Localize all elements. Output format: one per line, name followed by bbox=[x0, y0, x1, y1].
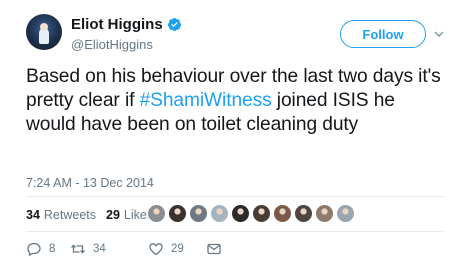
tweet-stats: 34 Retweets 29 Likes bbox=[26, 204, 163, 226]
name-row: Eliot Higgins bbox=[71, 16, 182, 33]
follow-button[interactable]: Follow bbox=[340, 20, 426, 48]
liker-avatar[interactable] bbox=[231, 204, 250, 223]
tweet-actions: 8 34 29 bbox=[26, 240, 222, 258]
liker-avatar[interactable] bbox=[252, 204, 271, 223]
tweet-text: Based on his behaviour over the last two… bbox=[26, 65, 446, 137]
heart-icon bbox=[149, 243, 163, 256]
divider-top bbox=[26, 196, 444, 197]
user-name[interactable]: Eliot Higgins bbox=[71, 16, 163, 33]
retweet-count: 34 bbox=[93, 243, 106, 255]
retweet-action[interactable]: 34 bbox=[70, 241, 148, 257]
liker-avatars bbox=[147, 204, 357, 223]
hashtag-link[interactable]: #ShamiWitness bbox=[140, 90, 272, 111]
liker-avatar[interactable] bbox=[294, 204, 313, 223]
reply-action[interactable]: 8 bbox=[26, 241, 70, 257]
user-handle[interactable]: @EliotHiggins bbox=[71, 37, 153, 52]
chevron-down-icon[interactable] bbox=[433, 28, 445, 40]
verified-badge-icon bbox=[167, 17, 181, 32]
retweet-icon bbox=[71, 244, 85, 254]
like-action[interactable]: 29 bbox=[148, 241, 206, 257]
retweets-stat[interactable]: 34 Retweets bbox=[26, 208, 96, 222]
liker-avatar[interactable] bbox=[336, 204, 355, 223]
liker-avatar[interactable] bbox=[147, 204, 166, 223]
liker-avatar[interactable] bbox=[168, 204, 187, 223]
user-avatar[interactable] bbox=[26, 14, 62, 50]
likes-count: 29 bbox=[106, 208, 120, 222]
tweet-header: Eliot Higgins @EliotHiggins Follow bbox=[26, 14, 451, 62]
reply-count: 8 bbox=[49, 243, 56, 255]
reply-icon bbox=[27, 242, 41, 257]
retweets-count: 34 bbox=[26, 208, 40, 222]
direct-message-action[interactable] bbox=[206, 241, 222, 257]
tweet-timestamp[interactable]: 7:24 AM - 13 Dec 2014 bbox=[26, 176, 154, 190]
retweets-label: Retweets bbox=[43, 208, 97, 222]
like-count: 29 bbox=[171, 243, 184, 255]
liker-avatar[interactable] bbox=[315, 204, 334, 223]
liker-avatar[interactable] bbox=[273, 204, 292, 223]
envelope-icon bbox=[207, 243, 221, 255]
liker-avatar[interactable] bbox=[210, 204, 229, 223]
divider-bottom bbox=[26, 231, 444, 232]
liker-avatar[interactable] bbox=[189, 204, 208, 223]
avatar-figure-head bbox=[40, 23, 48, 31]
